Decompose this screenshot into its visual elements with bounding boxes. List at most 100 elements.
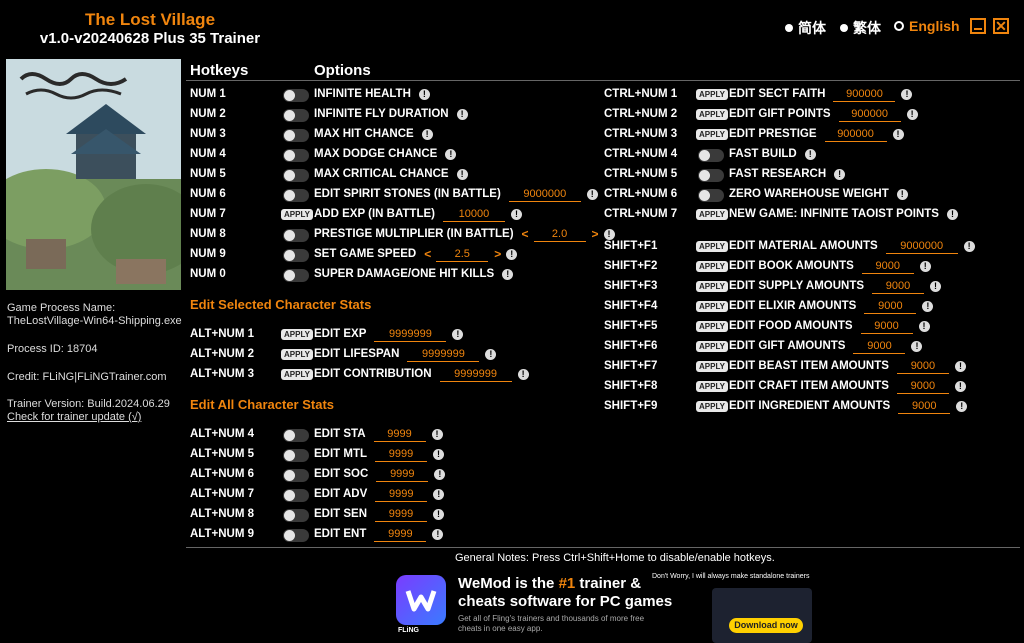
apply-button[interactable]: APPLY [696,281,728,292]
info-icon[interactable]: ! [896,189,908,200]
apply-button[interactable]: APPLY [696,89,728,100]
apply-button[interactable]: APPLY [281,369,313,380]
info-icon[interactable]: ! [919,261,931,272]
apply-button[interactable]: APPLY [696,241,728,252]
apply-button[interactable]: APPLY [696,129,728,140]
apply-button[interactable]: APPLY [281,209,313,220]
info-icon[interactable]: ! [804,149,816,160]
lang-english[interactable]: English [894,18,960,34]
info-icon[interactable]: ! [452,329,464,340]
apply-button[interactable]: APPLY [696,381,728,392]
info-icon[interactable]: ! [432,529,444,540]
value-input[interactable]: 9000 [860,320,913,334]
apply-button[interactable]: APPLY [696,361,728,372]
value-input[interactable]: 9999 [375,448,428,462]
apply-button[interactable]: APPLY [281,349,313,360]
info-icon[interactable]: ! [431,429,443,440]
apply-button[interactable]: APPLY [281,329,313,340]
apply-button[interactable]: APPLY [696,109,728,120]
info-icon[interactable]: ! [445,149,457,160]
info-icon[interactable]: ! [434,469,446,480]
info-icon[interactable]: ! [901,89,913,100]
toggle-prestige-multiplier-in-battle[interactable] [283,229,309,242]
info-icon[interactable]: ! [433,509,445,520]
info-icon[interactable]: ! [485,349,497,360]
value-input[interactable]: 9000000 [885,240,958,254]
toggle-super-damage-one-hit-kills[interactable] [283,269,309,282]
info-icon[interactable]: ! [418,89,430,100]
info-icon[interactable]: ! [906,109,918,120]
toggle-edit-soc[interactable] [283,469,309,482]
value-input[interactable]: 9999999 [439,368,512,382]
value-input[interactable]: 10000 [442,208,505,222]
apply-button[interactable]: APPLY [696,261,728,272]
toggle-edit-spirit-stones-in-battle[interactable] [283,189,309,202]
toggle-edit-sta[interactable] [283,429,309,442]
value-input[interactable]: 9000 [853,340,906,354]
value-input[interactable]: 900000 [824,128,887,142]
info-icon[interactable]: ! [456,169,468,180]
info-icon[interactable]: ! [956,401,968,412]
decrease-arrow[interactable]: < [424,247,431,261]
toggle-max-critical-chance[interactable] [283,169,309,182]
info-icon[interactable]: ! [911,341,923,352]
value-input[interactable]: 9000 [896,360,949,374]
info-icon[interactable]: ! [506,249,518,260]
toggle-edit-sen[interactable] [283,509,309,522]
info-icon[interactable]: ! [918,321,930,332]
value-input[interactable]: 9999999 [374,328,447,342]
toggle-fast-research[interactable] [698,169,724,182]
info-icon[interactable]: ! [586,189,598,200]
value-input[interactable]: 9000 [864,300,917,314]
apply-button[interactable]: APPLY [696,301,728,312]
increase-arrow[interactable]: > [494,247,501,261]
value-input[interactable]: 900000 [833,88,896,102]
toggle-infinite-fly-duration[interactable] [283,109,309,122]
info-icon[interactable]: ! [421,129,433,140]
wemod-logo-icon[interactable] [396,575,446,625]
toggle-zero-warehouse-weight[interactable] [698,189,724,202]
value-input[interactable]: 9999 [375,508,428,522]
value-input[interactable]: 900000 [838,108,901,122]
info-icon[interactable]: ! [456,109,468,120]
check-update-link[interactable]: Check for trainer update (√) [7,411,141,423]
decrease-arrow[interactable]: < [522,227,529,241]
info-icon[interactable]: ! [930,281,942,292]
value-input[interactable]: 9999 [376,468,429,482]
apply-button[interactable]: APPLY [696,209,728,220]
value-input[interactable]: 9000 [872,280,925,294]
toggle-max-hit-chance[interactable] [283,129,309,142]
value-input[interactable]: 9000000 [508,188,581,202]
info-icon[interactable]: ! [433,489,445,500]
info-icon[interactable]: ! [502,269,514,280]
info-icon[interactable]: ! [834,169,846,180]
apply-button[interactable]: APPLY [696,321,728,332]
info-icon[interactable]: ! [954,361,966,372]
lang-traditional[interactable]: 繁体 [840,18,881,38]
value-input[interactable]: 9000 [898,400,951,414]
value-input[interactable]: 9999999 [407,348,480,362]
apply-button[interactable]: APPLY [696,341,728,352]
toggle-edit-mtl[interactable] [283,449,309,462]
value-input[interactable]: 9999 [374,528,427,542]
info-icon[interactable]: ! [946,209,958,220]
value-input[interactable]: 9000 [896,380,949,394]
value-input[interactable]: 2.0 [533,228,586,242]
toggle-infinite-health[interactable] [283,89,309,102]
info-icon[interactable]: ! [517,369,529,380]
toggle-set-game-speed[interactable] [283,249,309,262]
info-icon[interactable]: ! [963,241,975,252]
toggle-edit-ent[interactable] [283,529,309,542]
info-icon[interactable]: ! [510,209,522,220]
toggle-max-dodge-chance[interactable] [283,149,309,162]
info-icon[interactable]: ! [603,229,615,240]
download-now-button[interactable]: Download now [729,618,803,633]
value-input[interactable]: 9999 [375,488,428,502]
info-icon[interactable]: ! [922,301,934,312]
info-icon[interactable]: ! [433,449,445,460]
toggle-edit-adv[interactable] [283,489,309,502]
apply-button[interactable]: APPLY [696,401,728,412]
toggle-fast-build[interactable] [698,149,724,162]
lang-simplified[interactable]: 简体 [785,18,826,38]
value-input[interactable]: 9000 [861,260,914,274]
